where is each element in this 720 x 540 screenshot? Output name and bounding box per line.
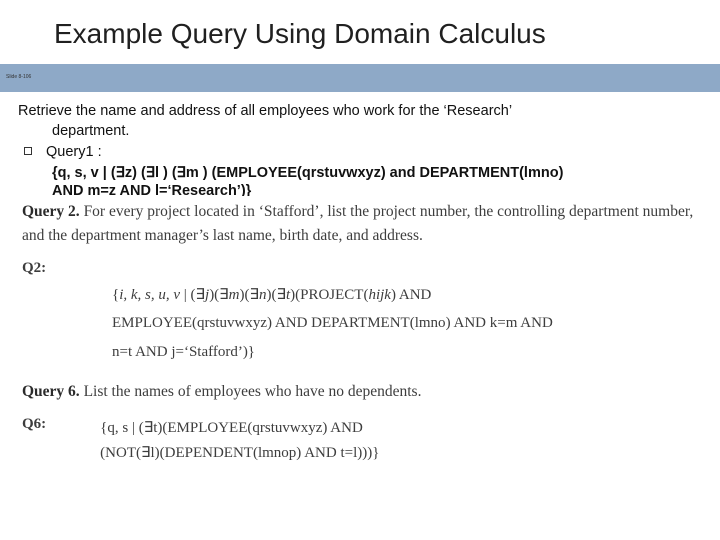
txt: (NOT(∃ <box>100 445 150 461</box>
q6-math-line1: {q, s | (∃t)(EMPLOYEE(qrstuvwxyz) AND <box>100 416 379 442</box>
vars: i, k, s, u, v <box>119 287 180 303</box>
accent-banner: Slide 8-106 <box>0 64 720 92</box>
var: hijk <box>368 287 391 303</box>
txt: AND <box>517 315 552 331</box>
txt: )(EMPLOYEE( <box>157 420 252 436</box>
slide: Example Query Using Domain Calculus Slid… <box>0 0 720 540</box>
txt: | (∃ <box>180 287 205 303</box>
intro-text-line2: department. <box>18 122 696 142</box>
txt: ) AND DEPARTMENT( <box>267 315 415 331</box>
q2-label: Q2: <box>22 260 698 277</box>
q2-math-line1: {i, k, s, u, v | (∃j)(∃m)(∃n)(∃t)(PROJEC… <box>22 283 698 309</box>
var: lmno <box>415 315 446 331</box>
textbook-excerpt: Query 2. For every project located in ‘S… <box>0 196 720 467</box>
q6-math: {q, s | (∃t)(EMPLOYEE(qrstuvwxyz) AND (N… <box>100 416 379 467</box>
var: m <box>229 287 240 303</box>
q6-label: Q6: <box>22 416 46 433</box>
var: k=m <box>490 315 518 331</box>
txt: ) AND <box>391 287 431 303</box>
var: q, s <box>107 420 128 436</box>
query6-desc-text: List the names of employees who have no … <box>84 383 422 400</box>
var: lmnop <box>258 445 296 461</box>
txt: ) AND <box>296 445 340 461</box>
txt: )(DEPENDENT( <box>155 445 258 461</box>
txt: ) AND <box>322 420 362 436</box>
query2-desc-text: For every project located in ‘Stafford’,… <box>22 203 693 244</box>
var: qrstuvwxyz <box>197 315 267 331</box>
txt: ) AND <box>446 315 490 331</box>
square-bullet-icon <box>24 147 32 155</box>
var: t=l <box>340 445 357 461</box>
var: n=t <box>112 344 132 360</box>
q2-math-line2: EMPLOYEE(qrstuvwxyz) AND DEPARTMENT(lmno… <box>22 311 698 337</box>
q2-math-line3: n=t AND j=‘Stafford’)} <box>22 340 698 366</box>
formula-line1: {q, s, v | (∃z) (∃l ) (∃m ) (EMPLOYEE(qr… <box>18 164 696 184</box>
formula-line2-clipped: AND m=z AND l=‘Research’)} <box>18 184 696 196</box>
query2-description: Query 2. For every project located in ‘S… <box>22 200 698 248</box>
txt: )(∃ <box>209 287 228 303</box>
content-block: Retrieve the name and address of all emp… <box>0 92 720 196</box>
intro-text-line1: Retrieve the name and address of all emp… <box>18 102 696 122</box>
var: qrstuvwxyz <box>252 420 322 436</box>
query2-heading: Query 2. <box>22 203 80 220</box>
bullet-row: Query1 : <box>18 143 696 163</box>
txt: =‘Stafford’)} <box>175 344 255 360</box>
txt: | (∃ <box>128 420 153 436</box>
title-area: Example Query Using Domain Calculus <box>0 0 720 58</box>
txt: )(∃ <box>266 287 285 303</box>
q6-row: Q6: {q, s | (∃t)(EMPLOYEE(qrstuvwxyz) AN… <box>22 416 698 467</box>
txt: )(∃ <box>240 287 259 303</box>
txt: EMPLOYEE( <box>112 315 197 331</box>
slide-title: Example Query Using Domain Calculus <box>54 18 690 50</box>
txt: )))} <box>357 445 379 461</box>
txt: AND <box>132 344 171 360</box>
txt: )(PROJECT( <box>290 287 368 303</box>
query6-description: Query 6. List the names of employees who… <box>22 380 698 404</box>
bullet-label: Query1 : <box>46 143 696 163</box>
query6-heading: Query 6. <box>22 383 80 400</box>
q6-math-line2: (NOT(∃l)(DEPENDENT(lmnop) AND t=l)))} <box>100 441 379 467</box>
slide-number-label: Slide 8-106 <box>6 75 31 81</box>
